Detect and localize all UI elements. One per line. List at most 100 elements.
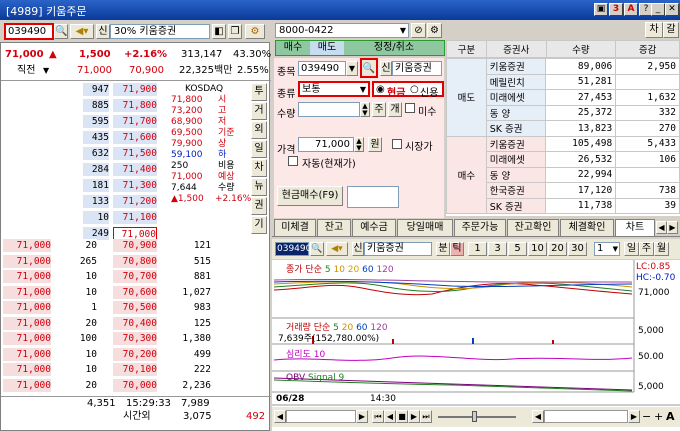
close-button[interactable]: ✕ — [665, 3, 679, 16]
window-icon[interactable]: ◧ — [212, 24, 226, 39]
zoom-in-icon[interactable]: + — [654, 410, 663, 423]
credit-button[interactable]: 신 — [96, 24, 110, 39]
misu-checkbox[interactable] — [405, 103, 415, 113]
font-size-icon[interactable]: A — [666, 410, 675, 423]
bid-price[interactable]: 70,700 — [113, 270, 157, 283]
first-icon[interactable]: ⏮ — [372, 410, 384, 423]
month-button[interactable]: 월 — [654, 242, 669, 256]
tab-buy[interactable]: 매수 — [276, 41, 310, 55]
interval-button[interactable]: 5 — [508, 242, 527, 256]
search-icon[interactable]: 🔍 — [360, 58, 378, 78]
bid-price[interactable]: 70,200 — [113, 347, 157, 361]
side-tab[interactable]: 뉴 — [251, 178, 267, 196]
interval-button[interactable]: 3 — [488, 242, 507, 256]
bottom-tab[interactable]: 주문가능 — [454, 219, 506, 236]
bid-price[interactable]: 70,600 — [113, 285, 157, 299]
scroll-left-icon[interactable]: ◀ — [274, 410, 286, 423]
bid-price[interactable]: 70,800 — [113, 254, 157, 268]
zoom-slider[interactable] — [438, 416, 516, 418]
side-tab[interactable]: 거 — [251, 102, 267, 120]
bid-price[interactable]: 70,500 — [113, 301, 157, 314]
bottom-tab[interactable]: 잔고확인 — [507, 219, 559, 236]
interval-button[interactable]: 30 — [568, 242, 587, 256]
next-icon[interactable]: ▶ — [408, 410, 420, 423]
bid-price[interactable]: 70,400 — [113, 316, 157, 330]
unit-lot-button[interactable]: 개 — [388, 102, 402, 117]
bid-price[interactable]: 70,900 — [113, 239, 157, 252]
chevron-down-icon[interactable]: ▼ — [346, 61, 358, 76]
a-icon[interactable]: A — [624, 3, 638, 16]
settings-icon[interactable]: ⚙ — [427, 23, 442, 38]
price-input[interactable]: 71,000 — [298, 137, 354, 152]
bottom-tab[interactable]: 당일매매 — [397, 219, 453, 236]
qty-stepper[interactable]: ▲ ▼ — [360, 102, 370, 117]
number-icon[interactable]: 3 — [609, 3, 623, 16]
qty-input[interactable] — [298, 102, 360, 117]
interval-select[interactable]: 1 ▼ — [594, 242, 620, 256]
gear-icon[interactable]: ⚙ — [245, 24, 265, 39]
chart-code-input[interactable]: 039490 — [275, 242, 311, 256]
side-tab[interactable]: 차 — [251, 159, 267, 177]
credit-radio-icon[interactable]: ○ — [410, 84, 419, 95]
tick-button[interactable]: 틱 — [450, 242, 464, 256]
scroll-right-icon[interactable]: ▶ — [356, 410, 368, 423]
reset-button[interactable]: 차 — [645, 22, 663, 38]
won-button[interactable]: 원 — [368, 137, 382, 152]
account-select[interactable]: 8000-0422 ▼ — [275, 23, 409, 38]
side-tab[interactable]: 일 — [251, 140, 267, 158]
zoom-out-icon[interactable]: − — [642, 410, 651, 423]
bottom-tab[interactable]: 예수금 — [352, 219, 396, 236]
refresh-button[interactable]: 갈 — [663, 22, 679, 38]
interval-button[interactable]: 20 — [548, 242, 567, 256]
speaker-icon[interactable]: ◀▾ — [70, 24, 94, 39]
mode-select[interactable]: 직전 — [17, 64, 35, 77]
bid-price[interactable]: 70,100 — [113, 363, 157, 376]
stock-code-input[interactable]: 039490 — [4, 23, 54, 40]
market-price-checkbox[interactable] — [392, 139, 402, 149]
credit-button[interactable]: 신 — [352, 242, 364, 256]
bottom-tab[interactable]: 미체결 — [274, 219, 316, 236]
day-button[interactable]: 일 — [624, 242, 639, 256]
bid-price[interactable]: 70,300 — [113, 332, 157, 345]
tab-scroll-right-icon[interactable]: ▶ — [667, 221, 678, 234]
unit-share-button[interactable]: 주 — [372, 102, 386, 117]
bid-price[interactable]: 70,000 — [113, 378, 157, 392]
auto-price-checkbox[interactable] — [288, 156, 298, 166]
chart-scrollbar[interactable] — [286, 410, 356, 423]
stop-icon[interactable]: ■ — [396, 410, 408, 423]
interval-button[interactable]: 10 — [528, 242, 547, 256]
scroll-right-icon[interactable]: ▶ — [628, 410, 640, 423]
zoom-slider-handle[interactable] — [472, 411, 477, 422]
bottom-tab[interactable]: 차트 — [615, 219, 655, 236]
scroll-left-icon[interactable]: ◀ — [532, 410, 544, 423]
last-icon[interactable]: ⏭ — [420, 410, 432, 423]
prev-icon[interactable]: ◀ — [384, 410, 396, 423]
bottom-tab[interactable]: 잔고 — [317, 219, 351, 236]
tab-sell[interactable]: 매도 — [310, 41, 344, 55]
minimize-button[interactable]: _ — [651, 3, 665, 16]
search-icon[interactable]: 🔍 — [54, 24, 68, 39]
cash-radio-icon[interactable]: ◉ — [376, 84, 385, 95]
link-icon[interactable]: ▣ — [594, 3, 608, 16]
cash-buy-button[interactable]: 현금매수(F9) — [277, 186, 343, 206]
price-stepper[interactable]: ▲ ▼ — [354, 137, 364, 152]
tab-scroll-left-icon[interactable]: ◀ — [656, 221, 667, 234]
copy-icon[interactable]: ❐ — [228, 24, 242, 39]
bottom-tab[interactable]: 체결확인 — [560, 219, 614, 236]
minute-button[interactable]: 분 — [436, 242, 450, 256]
chevron-down-icon[interactable]: ▼ — [43, 64, 49, 77]
interval-button[interactable]: 1 — [468, 242, 487, 256]
side-tab[interactable]: 투 — [251, 83, 267, 101]
speaker-icon[interactable]: ◀▾ — [326, 242, 348, 256]
chart-scrollbar-2[interactable] — [544, 410, 628, 423]
search-icon[interactable]: 🔍 — [310, 242, 324, 256]
order-code-input[interactable]: 039490 — [298, 61, 346, 76]
credit-button[interactable]: 신 — [380, 61, 392, 76]
side-tab[interactable]: 외 — [251, 121, 267, 139]
side-tab[interactable]: 기 — [251, 216, 267, 234]
lock-icon[interactable]: ⊘ — [411, 23, 426, 38]
week-button[interactable]: 주 — [639, 242, 654, 256]
order-type-select[interactable]: 보통 ▼ — [298, 81, 370, 97]
side-tab[interactable]: 권 — [251, 197, 267, 215]
tab-modify-cancel[interactable]: 정정/취소 — [344, 41, 444, 55]
